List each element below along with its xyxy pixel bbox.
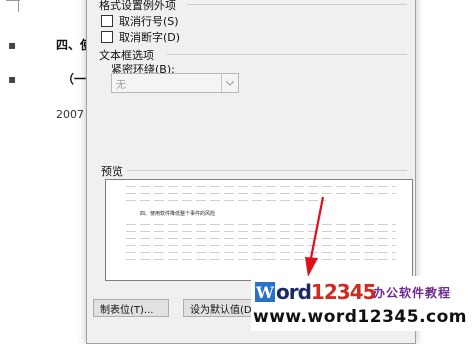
preview-line: [126, 186, 396, 187]
suppress-line-numbers-checkbox[interactable]: 取消行号(S): [101, 13, 179, 29]
doc-year-text[interactable]: 2007: [56, 108, 84, 121]
group-divider: [127, 170, 407, 171]
watermark-logo: W ord 12345: [255, 280, 377, 304]
watermark-tagline: 办公软件教程: [373, 286, 452, 300]
tight-wrap-value: 无: [116, 80, 126, 91]
preview-line: [126, 200, 326, 201]
checkbox-box[interactable]: [101, 15, 113, 27]
tabs-button[interactable]: 制表位(T)...: [93, 299, 169, 317]
bullet-marker: ▪: [8, 72, 17, 86]
preview-line: [126, 224, 396, 225]
group-divider: [167, 54, 407, 55]
preview-line: [126, 231, 396, 232]
format-exceptions-heading: 格式设置例外项: [99, 0, 176, 12]
watermark: W ord 12345 办公软件教程 www.word12345.com: [251, 276, 474, 331]
preview-panel: 四、使用软件降低整个事件的风险: [105, 179, 413, 281]
preview-heading: 预览: [101, 165, 123, 178]
no-hyphenate-label: 取消断字(D): [119, 31, 181, 44]
preview-sample-text: 四、使用软件降低整个事件的风险: [140, 211, 216, 217]
preview-line: [126, 193, 396, 194]
watermark-url: www.word12345.com: [253, 307, 467, 327]
logo-digits: 12345: [310, 280, 377, 304]
margin-marker-v: [18, 0, 19, 12]
preview-line: [126, 238, 396, 239]
group-divider: [187, 4, 407, 5]
bullet-marker: ▪: [8, 38, 17, 52]
preview-line: [126, 245, 396, 246]
tight-wrap-select[interactable]: 无: [111, 73, 239, 93]
logo-letter: W: [255, 282, 275, 302]
logo-word: ord: [276, 280, 312, 304]
checkbox-box[interactable]: [101, 31, 113, 43]
suppress-line-numbers-label: 取消行号(S): [119, 15, 179, 28]
no-hyphenate-checkbox[interactable]: 取消断字(D): [101, 29, 180, 45]
preview-line: [126, 252, 396, 253]
preview-line: [126, 259, 396, 260]
chevron-down-icon[interactable]: [221, 74, 238, 92]
